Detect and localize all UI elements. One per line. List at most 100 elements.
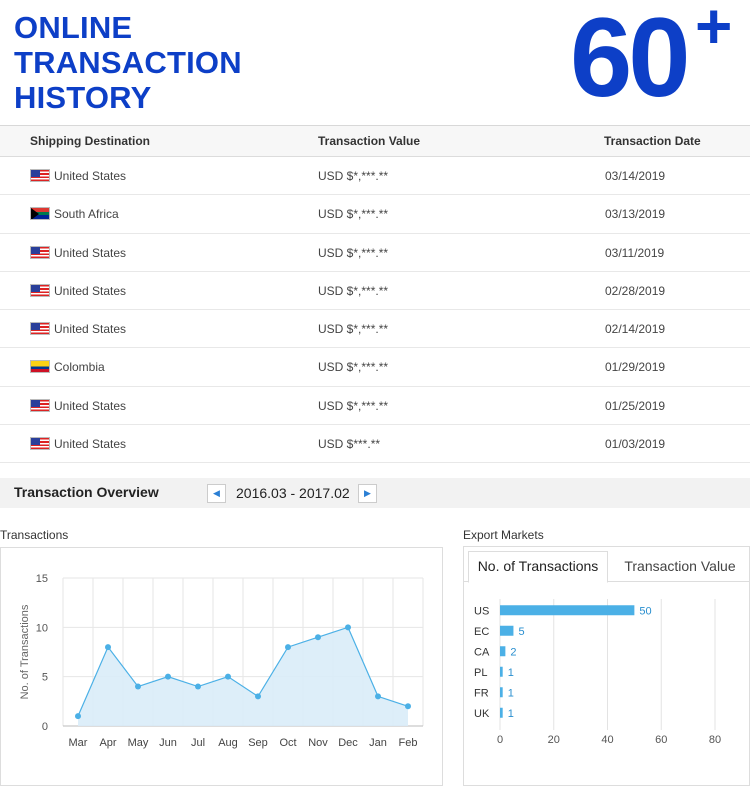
transaction-overview-bar: Transaction Overview ◀ 2016.03 - 2017.02… (0, 478, 750, 508)
transaction-date-cell: 01/29/2019 (605, 360, 666, 375)
destination-cell: United States (30, 322, 126, 336)
market-bar[interactable] (500, 687, 503, 698)
country-name: United States (54, 245, 127, 260)
transactions-chart-label: Transactions (0, 528, 69, 542)
us-flag-icon (30, 283, 50, 297)
market-bar[interactable] (500, 707, 503, 718)
destination-cell: United States (30, 283, 127, 298)
country-name: Colombia (54, 360, 105, 375)
table-row: Colombia USD $*,***.** 01/29/2019 (0, 348, 750, 387)
overview-title: Transaction Overview (14, 484, 159, 500)
x-tick-label: May (128, 737, 149, 749)
transaction-count-suffix: + (695, 0, 733, 62)
x-tick-label: Oct (279, 737, 296, 749)
next-period-button[interactable]: ▶ (358, 484, 377, 503)
x-tick-label: Jun (159, 737, 177, 749)
country-name: United States (54, 283, 127, 298)
data-point[interactable] (225, 673, 231, 680)
data-point[interactable] (75, 713, 81, 720)
x-tick-label: Nov (308, 737, 328, 749)
country-name: United States (54, 169, 127, 183)
export-markets-chart: 0 20 40 60 80 US 50 EC 5 CA 2 PL 1 FR 1 UK 1 (474, 599, 721, 746)
x-tick-label: Aug (218, 737, 238, 749)
transaction-value-cell: USD $*,***.** (318, 207, 389, 222)
transaction-count: 60 + (570, 0, 732, 114)
table-row: United States USD $*,***.** 03/14/2019 (0, 157, 750, 196)
market-bar[interactable] (500, 646, 506, 657)
y-tick-label: 10 (36, 622, 48, 634)
market-bar[interactable] (500, 625, 514, 636)
y-tick-label: 0 (42, 721, 48, 733)
country-name: United States (54, 437, 127, 452)
hero-title: ONLINE TRANSACTION HISTORY (14, 10, 242, 115)
transaction-count-number: 60 (570, 0, 691, 120)
transaction-value-cell: USD $*,***.** (318, 322, 389, 337)
previous-period-button[interactable]: ◀ (207, 484, 226, 503)
caret-right-icon: ▶ (364, 488, 371, 498)
country-name: United States (54, 398, 127, 413)
country-name: United States (54, 322, 127, 337)
market-bar[interactable] (500, 666, 503, 677)
data-point[interactable] (375, 693, 381, 700)
category-label: UK (474, 708, 490, 720)
transaction-value-cell: USD $*,***.** (318, 398, 389, 413)
table-header: Shipping Destination Transaction Value T… (0, 126, 750, 157)
co-flag-icon (30, 360, 50, 374)
column-header-destination: Shipping Destination (30, 134, 150, 148)
transaction-date-cell: 03/14/2019 (605, 169, 666, 183)
bar-value-label: 5 (518, 626, 524, 638)
destination-cell: United States (30, 437, 126, 451)
column-header-date: Transaction Date (604, 134, 701, 148)
table-body: United States USD $*,***.** 03/14/2019 Sout… (0, 157, 750, 464)
y-tick-label: 15 (36, 573, 48, 585)
data-point[interactable] (195, 683, 201, 690)
table-row: United States USD $*,***.** 01/25/2019 (0, 387, 750, 426)
destination-cell: United States (30, 169, 126, 183)
za-flag-icon (30, 207, 50, 221)
category-label: FR (474, 687, 489, 699)
transaction-date-cell: 03/11/2019 (605, 245, 665, 260)
data-point[interactable] (345, 624, 351, 631)
us-flag-icon (30, 398, 50, 412)
x-tick-label: Feb (399, 737, 418, 749)
destination-cell: South Africa (30, 207, 119, 221)
table-row: United States USD $*,***.** 02/14/2019 (0, 310, 750, 349)
transaction-table: Shipping Destination Transaction Value T… (0, 125, 750, 464)
x-tick-label: Apr (99, 737, 116, 749)
country-name: South Africa (54, 207, 119, 222)
us-flag-icon (30, 437, 50, 451)
y-axis-label: No. of Transactions (19, 604, 31, 699)
x-tick-label: Jul (191, 737, 205, 749)
export-markets-label: Export Markets (463, 528, 544, 542)
data-point[interactable] (165, 673, 171, 680)
bar-value-label: 1 (508, 687, 514, 699)
x-tick-label: 80 (709, 734, 721, 746)
x-tick-label: 60 (655, 734, 667, 746)
transactions-chart-svg: 0 5 10 15 Mar Apr May Jun Jul Aug Sep Oct Nov Dec Jan F… (19, 573, 424, 749)
data-point[interactable] (315, 634, 321, 641)
transaction-date-cell: 02/28/2019 (605, 283, 666, 298)
y-tick-label: 5 (42, 672, 48, 684)
x-tick-label: 20 (548, 734, 560, 746)
transaction-value-cell: USD $*,***.** (318, 360, 389, 375)
table-row: United States USD $***.** 01/03/2019 (0, 425, 750, 464)
data-point[interactable] (255, 693, 261, 700)
data-point[interactable] (405, 703, 411, 710)
data-point[interactable] (285, 644, 291, 651)
transaction-value-cell: USD $*,***.** (318, 169, 389, 183)
hero-title-line: HISTORY (14, 80, 152, 115)
us-flag-icon (30, 322, 50, 336)
transaction-date-cell: 03/13/2019 (605, 207, 666, 222)
table-row: United States USD $*,***.** 03/11/2019 (0, 234, 750, 272)
destination-cell: Colombia (30, 360, 105, 374)
bar-value-label: 1 (508, 708, 514, 720)
hero-title-line: ONLINE (14, 10, 133, 45)
transactions-chart: 0 5 10 15 Mar Apr May Jun Jul Aug Sep Oct Nov Dec Jan F… (0, 547, 443, 786)
data-point[interactable] (135, 683, 141, 690)
period-range: 2016.03 - 2017.02 (236, 485, 350, 501)
data-point[interactable] (105, 644, 111, 651)
destination-cell: United States (30, 245, 127, 260)
x-tick-label: Dec (338, 737, 358, 749)
bar-value-label: 50 (639, 605, 651, 617)
market-bar[interactable] (500, 605, 635, 616)
